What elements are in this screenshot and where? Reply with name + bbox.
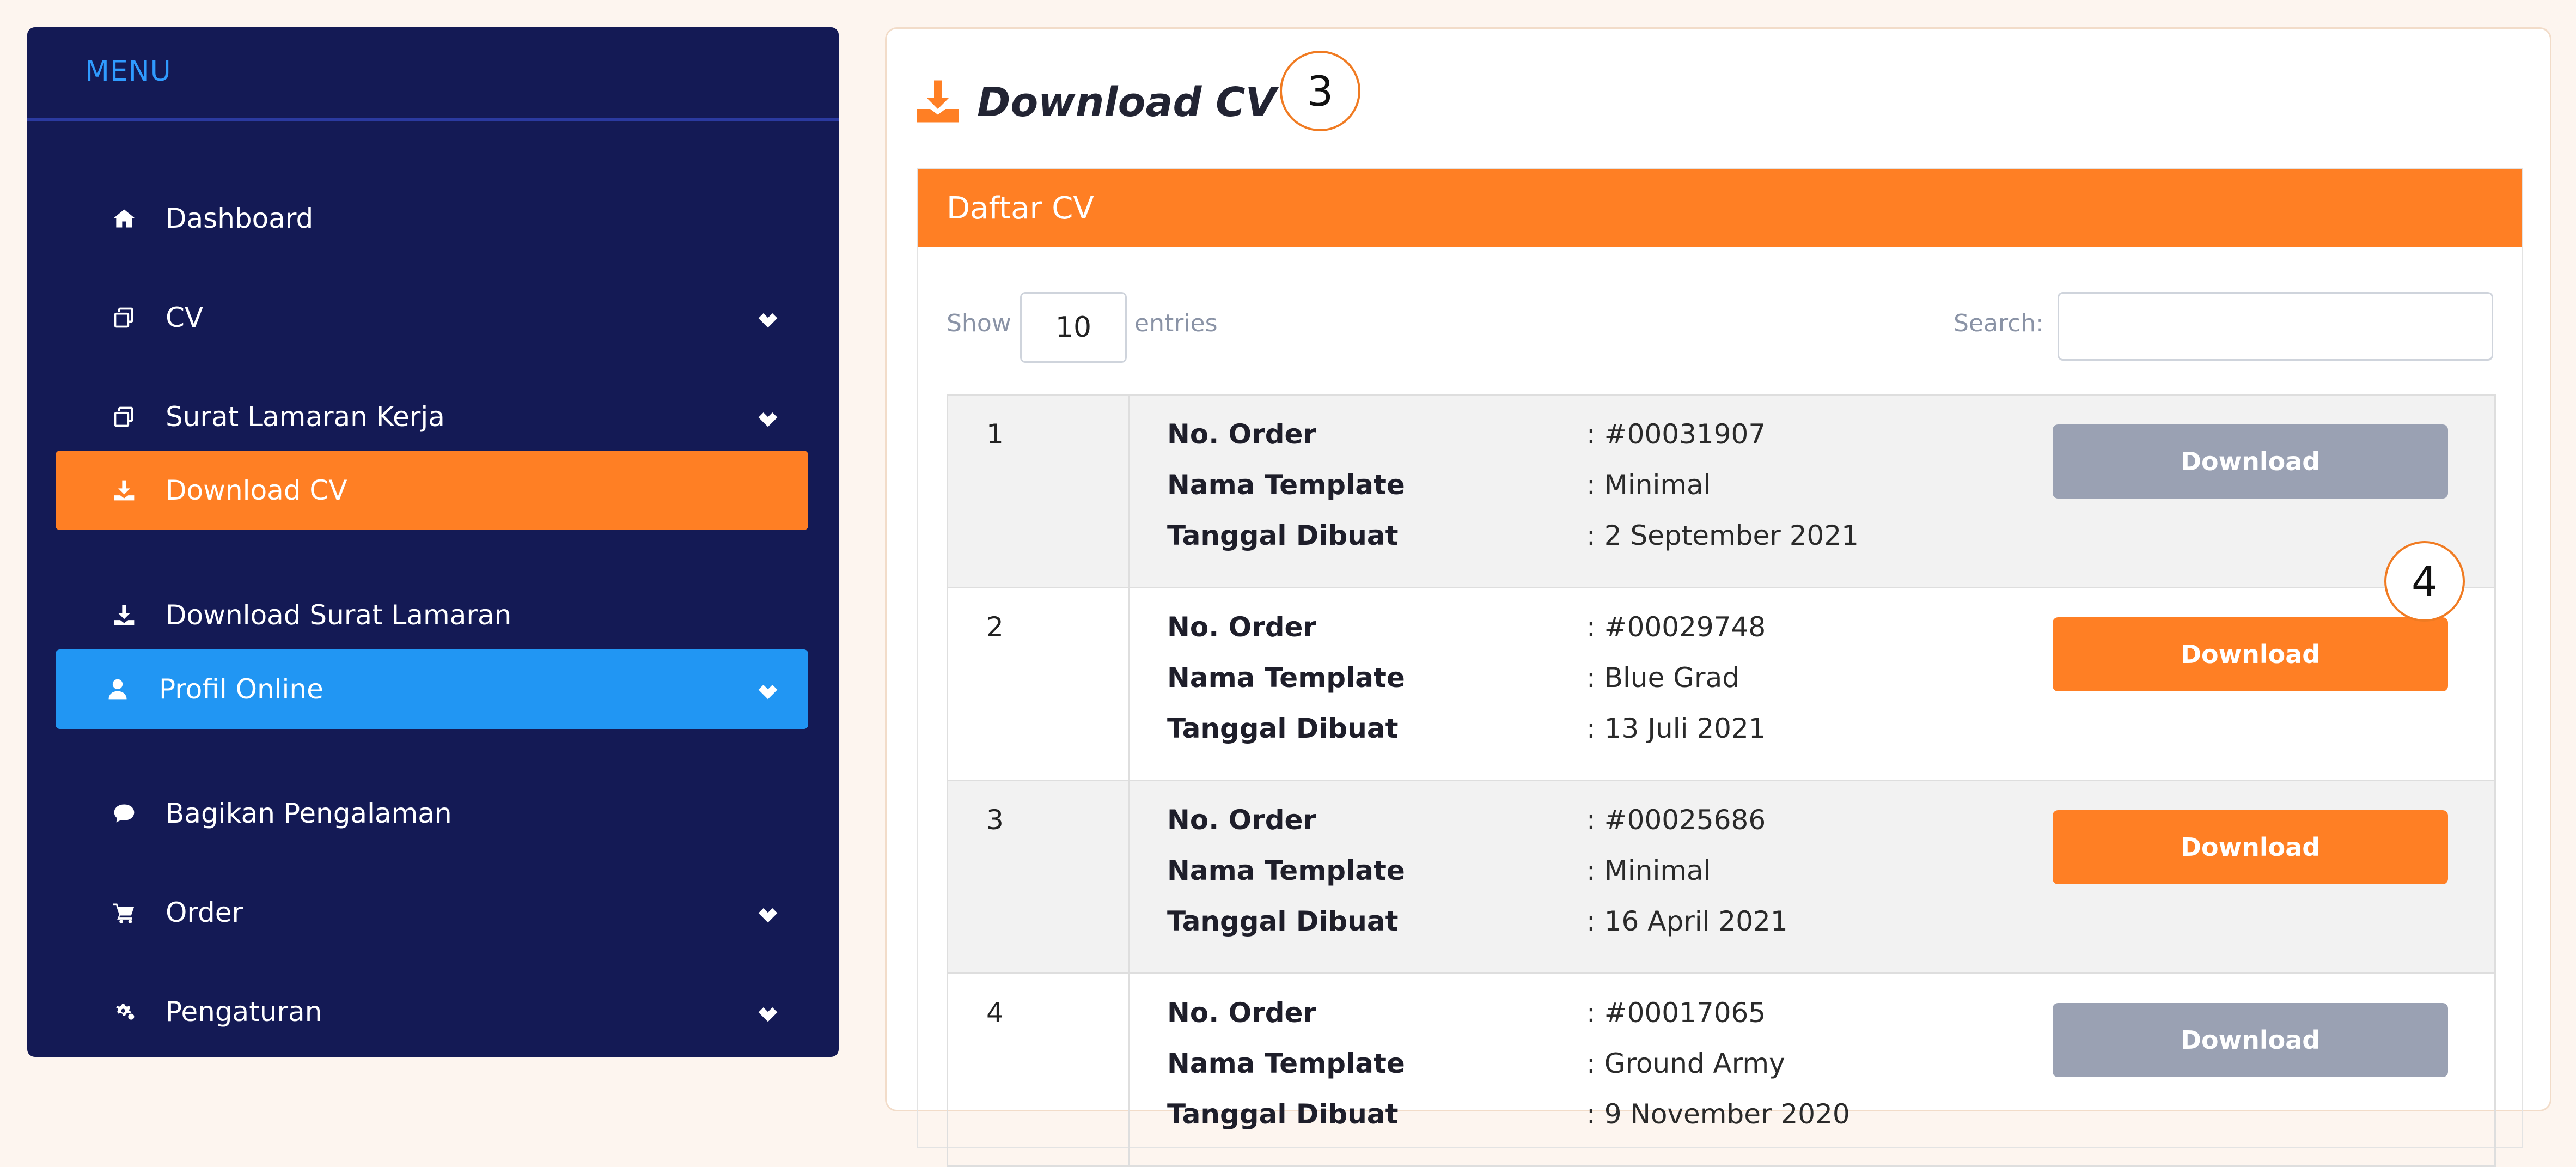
- order-value: : #00017065: [1586, 997, 1766, 1029]
- menu-title: MENU: [27, 27, 839, 121]
- sidebar-item-label: Dashboard: [166, 203, 314, 234]
- copy-icon: [112, 306, 146, 330]
- sidebar-item-label: Order: [166, 897, 243, 928]
- sidebar-item-pengaturan[interactable]: Pengaturan: [56, 972, 808, 1051]
- template-value: : Minimal: [1586, 855, 1711, 886]
- entries-select[interactable]: 10: [1020, 292, 1127, 363]
- template-value: : Minimal: [1586, 469, 1711, 501]
- template-label: Nama Template: [1167, 662, 1405, 694]
- date-label: Tanggal Dibuat: [1167, 905, 1399, 937]
- row-details: No. Order : #00017065 Nama Template : Grou…: [1167, 997, 1850, 1149]
- row-number: 1: [948, 396, 1130, 587]
- sidebar-item-label: Profil Online: [159, 673, 323, 705]
- template-value: : Ground Army: [1586, 1048, 1785, 1079]
- chevron-down-icon: [756, 1000, 780, 1024]
- page-header: Download CV: [915, 72, 1277, 132]
- date-value: : 2 September 2021: [1586, 520, 1859, 551]
- order-label: No. Order: [1167, 804, 1317, 836]
- row-details: No. Order : #00029748 Nama Template : Blue…: [1167, 611, 1766, 763]
- search-input[interactable]: [2058, 292, 2493, 361]
- user-icon: [106, 677, 139, 701]
- date-value: : 16 April 2021: [1586, 905, 1788, 937]
- chevron-down-icon: [756, 677, 780, 701]
- sidebar-item-label: Download Surat Lamaran: [166, 599, 512, 631]
- sidebar-item-bagikan-pengalaman[interactable]: Bagikan Pengalaman: [56, 774, 808, 853]
- row-number: 4: [948, 974, 1130, 1165]
- table-row: 2 No. Order : #00029748 Nama Template : Bl…: [947, 588, 2496, 781]
- table-row: 4 No. Order : #00017065 Nama Template : Gr…: [947, 974, 2496, 1167]
- date-label: Tanggal Dibuat: [1167, 713, 1399, 744]
- table-controls: Show 10 entries Search:: [947, 292, 2493, 363]
- sidebar-item-label: Bagikan Pengalaman: [166, 798, 452, 829]
- comment-icon: [112, 801, 146, 825]
- sidebar-item-label: Surat Lamaran Kerja: [166, 401, 445, 433]
- search-label: Search:: [1954, 309, 2044, 337]
- order-label: No. Order: [1167, 611, 1317, 643]
- sidebar-item-dashboard[interactable]: Dashboard: [56, 179, 808, 258]
- step-badge: 3: [1280, 51, 1360, 131]
- sidebar-item-profil-online[interactable]: Profil Online: [56, 649, 808, 729]
- cv-list-panel: Daftar CV Show 10 entries Search: 1 No. …: [917, 168, 2523, 1167]
- template-label: Nama Template: [1167, 469, 1405, 501]
- show-label: Show: [947, 309, 1011, 337]
- row-details: No. Order : #00025686 Nama Template : Mini…: [1167, 804, 1788, 956]
- cv-table: 1 No. Order : #00031907 Nama Template : Mi…: [947, 394, 2496, 1167]
- download-icon: [112, 478, 146, 502]
- sidebar-item-label: CV: [166, 302, 204, 333]
- sidebar: MENU Dashboard CV Surat Lamaran Kerja Do…: [27, 27, 839, 1057]
- sidebar-item-order[interactable]: Order: [56, 873, 808, 952]
- order-value: : #00031907: [1586, 418, 1766, 450]
- download-button[interactable]: Download: [2053, 1003, 2448, 1077]
- date-value: : 9 November 2020: [1586, 1098, 1850, 1130]
- sidebar-item-download-surat-lamaran[interactable]: Download Surat Lamaran: [56, 575, 808, 655]
- sidebar-item-label: Pengaturan: [166, 996, 322, 1028]
- row-details: No. Order : #00031907 Nama Template : Mini…: [1167, 418, 1859, 570]
- template-label: Nama Template: [1167, 1048, 1405, 1079]
- order-label: No. Order: [1167, 418, 1317, 450]
- download-icon: [112, 603, 146, 627]
- table-row: 1 No. Order : #00031907 Nama Template : Mi…: [947, 396, 2496, 588]
- date-label: Tanggal Dibuat: [1167, 520, 1399, 551]
- sidebar-item-download-cv[interactable]: Download CV: [56, 451, 808, 530]
- download-button[interactable]: Download: [2053, 617, 2448, 691]
- page-title: Download CV: [977, 79, 1277, 126]
- download-button[interactable]: Download: [2053, 810, 2448, 884]
- template-label: Nama Template: [1167, 855, 1405, 886]
- sidebar-item-surat-lamaran-kerja[interactable]: Surat Lamaran Kerja: [56, 377, 808, 457]
- download-icon: [915, 78, 961, 126]
- sidebar-item-cv[interactable]: CV: [56, 278, 808, 357]
- order-label: No. Order: [1167, 997, 1317, 1029]
- row-number: 3: [948, 781, 1130, 972]
- copy-icon: [112, 405, 146, 429]
- date-value: : 13 Juli 2021: [1586, 713, 1766, 744]
- gears-icon: [112, 1000, 146, 1024]
- chevron-down-icon: [756, 901, 780, 925]
- row-number: 2: [948, 588, 1130, 780]
- cart-icon: [112, 901, 146, 925]
- panel-title: Daftar CV: [918, 169, 2522, 247]
- order-value: : #00029748: [1586, 611, 1766, 643]
- template-value: : Blue Grad: [1586, 662, 1739, 694]
- order-value: : #00025686: [1586, 804, 1766, 836]
- date-label: Tanggal Dibuat: [1167, 1098, 1399, 1130]
- step-badge: 4: [2384, 541, 2465, 622]
- chevron-down-icon: [756, 306, 780, 330]
- sidebar-item-label: Download CV: [166, 475, 347, 506]
- table-row: 3 No. Order : #00025686 Nama Template : Mi…: [947, 781, 2496, 974]
- main-content: Download CV 3 Daftar CV Show 10 entries …: [885, 27, 2551, 1167]
- home-icon: [112, 206, 146, 230]
- chevron-down-icon: [756, 405, 780, 429]
- entries-label: entries: [1134, 309, 1218, 337]
- download-button[interactable]: Download: [2053, 424, 2448, 499]
